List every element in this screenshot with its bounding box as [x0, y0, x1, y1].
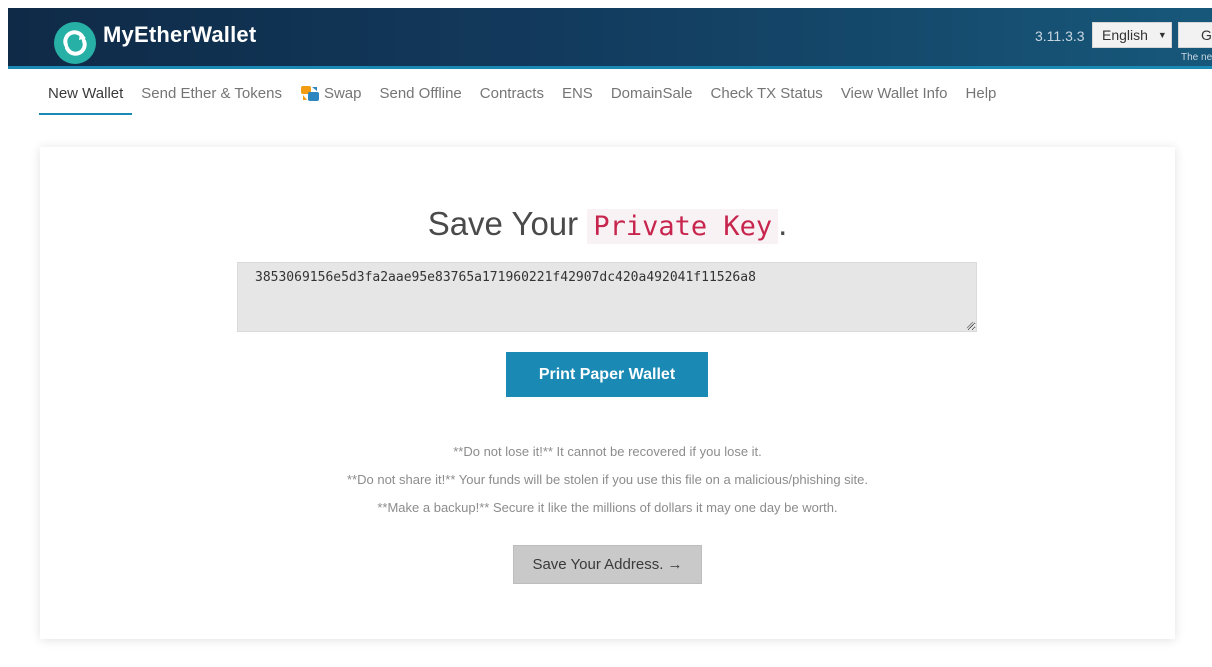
warning-text: **Do not lose it!** It cannot be recover…	[453, 444, 762, 459]
myetherwallet-logo-icon[interactable]	[53, 21, 97, 65]
tab-label: Send Ether & Tokens	[141, 85, 282, 102]
warning-text: **Do not share it!** Your funds will be …	[346, 472, 868, 487]
gas-price-label: Gas Price	[1201, 27, 1212, 43]
tab-label: Check TX Status	[710, 85, 823, 102]
tab-label: DomainSale	[610, 85, 693, 102]
title-highlight: Private Key	[587, 209, 779, 244]
language-dropdown[interactable]: English ▼	[1092, 22, 1172, 48]
tab-contracts[interactable]: Contracts	[480, 84, 544, 114]
tab-label: Help	[965, 85, 997, 102]
tab-send-offline[interactable]: Send Offline	[379, 84, 461, 114]
main-nav: New Wallet Send Ether & Tokens Swap Send…	[39, 84, 1014, 116]
title-suffix: .	[778, 205, 788, 242]
tab-ens[interactable]: ENS	[562, 84, 593, 114]
gas-price-dropdown[interactable]: Gas Price	[1178, 22, 1212, 48]
private-key-value: 3853069156e5d3fa2aae95e83765a171960221f4…	[255, 270, 756, 285]
header-divider	[8, 66, 1212, 69]
header-bar: MyEtherWallet	[8, 8, 1212, 66]
tab-send-ether-tokens[interactable]: Send Ether & Tokens	[141, 84, 282, 114]
tab-domainsale[interactable]: DomainSale	[611, 84, 693, 114]
tab-label: ENS	[561, 85, 593, 102]
save-your-address-button[interactable]: Save Your Address. →	[513, 545, 702, 584]
tab-view-wallet-info[interactable]: View Wallet Info	[841, 84, 948, 114]
tab-label: View Wallet Info	[840, 85, 948, 102]
tab-swap[interactable]: Swap	[300, 84, 362, 114]
page-title: Save Your Private Key.	[40, 205, 1175, 244]
caret-down-icon: ▼	[1157, 30, 1167, 40]
language-label: English	[1102, 27, 1148, 43]
version-label: 3.11.3.3	[1035, 28, 1085, 44]
warning-text: **Make a backup!** Secure it like the mi…	[377, 500, 838, 515]
tab-check-tx-status[interactable]: Check TX Status	[711, 84, 823, 114]
swap-icon	[300, 86, 319, 101]
tab-new-wallet[interactable]: New Wallet	[39, 84, 133, 115]
gas-price-note: The network is really full	[1181, 52, 1212, 63]
brand-name[interactable]: MyEtherWallet	[103, 22, 256, 48]
private-key-textarea[interactable]: 3853069156e5d3fa2aae95e83765a171960221f4…	[237, 262, 977, 332]
save-private-key-card: Save Your Private Key. 3853069156e5d3fa2…	[40, 147, 1175, 639]
title-prefix: Save Your	[427, 205, 579, 242]
tab-label: Send Offline	[379, 85, 462, 102]
tab-label: Contracts	[479, 85, 544, 102]
tab-help[interactable]: Help	[966, 84, 997, 114]
tab-label: Swap	[323, 85, 362, 102]
tab-label: New Wallet	[48, 85, 124, 102]
resize-grip-icon[interactable]	[966, 321, 974, 329]
print-paper-wallet-button[interactable]: Print Paper Wallet	[506, 352, 708, 397]
